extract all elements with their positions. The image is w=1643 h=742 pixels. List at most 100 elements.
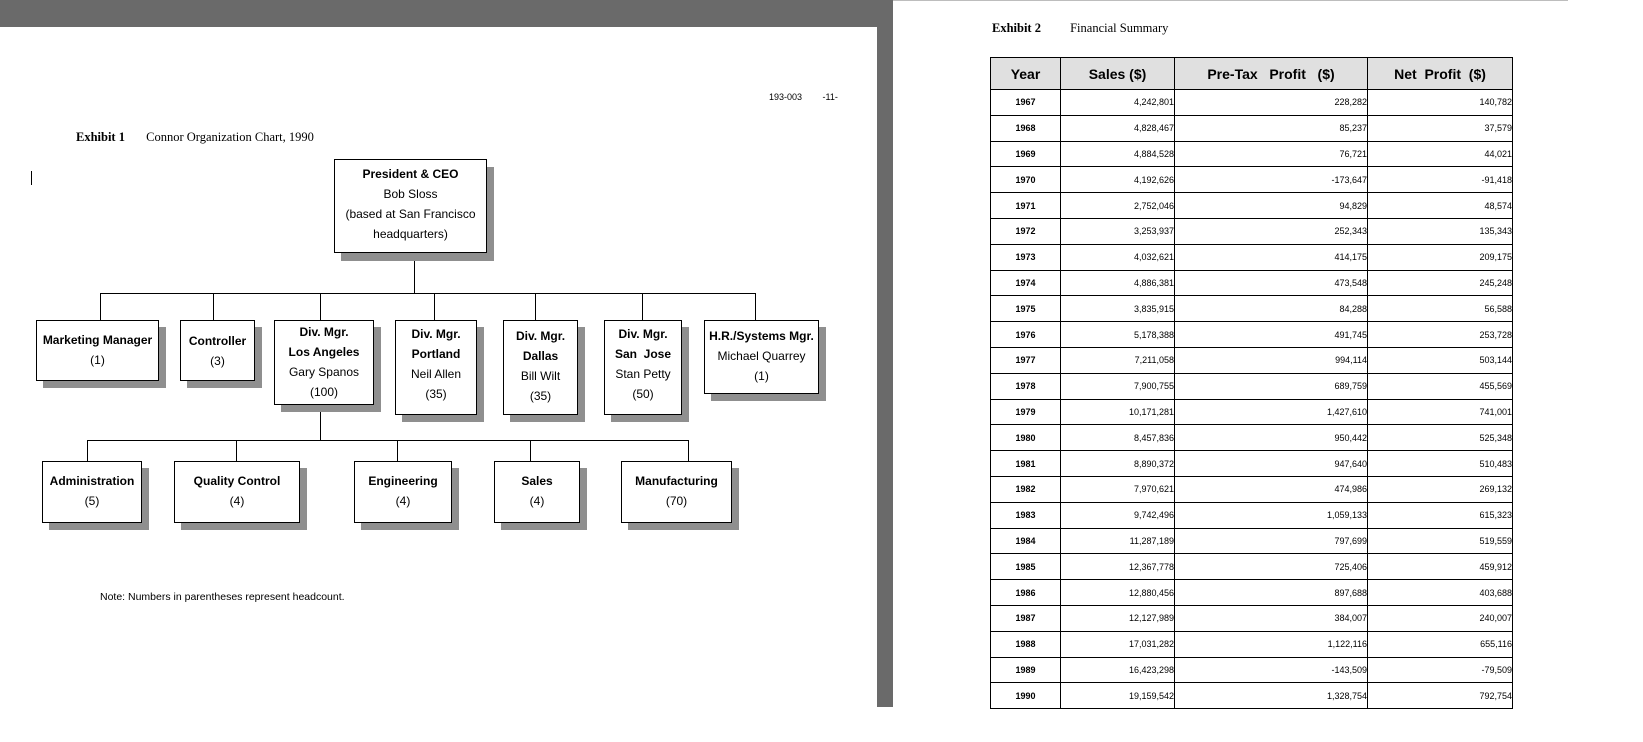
net-profit-cell: 135,343 xyxy=(1367,217,1513,245)
exhibit-caption: Financial Summary xyxy=(1070,21,1169,35)
column-header-pretax-profit: Pre-Tax Profit ($) xyxy=(1174,57,1368,90)
page-header: 193-003 -11- xyxy=(769,92,838,102)
pretax-profit-cell: 252,343 xyxy=(1174,217,1368,245)
net-profit-cell: 510,483 xyxy=(1367,450,1513,477)
connector xyxy=(688,440,689,461)
sales-cell: 16,423,298 xyxy=(1060,656,1175,684)
position-title: Div. Mgr. xyxy=(411,327,461,341)
year-cell: 1981 xyxy=(990,450,1061,477)
org-box-quality-control: Quality Control (4) xyxy=(174,461,300,523)
year-cell: 1974 xyxy=(990,269,1061,297)
table-row: 1983 9,742,496 1,059,133 615,323 xyxy=(990,501,1513,529)
sales-cell: 8,457,836 xyxy=(1060,424,1175,452)
pretax-profit-cell: 84,288 xyxy=(1174,295,1368,323)
page-number: -11- xyxy=(822,92,838,102)
page-gap xyxy=(0,707,893,742)
sales-cell: 7,900,755 xyxy=(1060,372,1175,400)
year-cell: 1988 xyxy=(990,630,1061,658)
year-cell: 1968 xyxy=(990,114,1061,142)
sales-cell: 7,211,058 xyxy=(1060,346,1175,374)
pretax-profit-cell: 94,829 xyxy=(1174,192,1368,219)
person-name: Gary Spanos xyxy=(288,365,360,379)
table-row: 1980 8,457,836 950,442 525,348 xyxy=(990,424,1513,452)
year-cell: 1971 xyxy=(990,192,1061,219)
table-row: 1989 16,423,298 -143,509 -79,509 xyxy=(990,656,1513,684)
column-header-year: Year xyxy=(990,57,1061,90)
pretax-profit-cell: 414,175 xyxy=(1174,243,1368,271)
text-cursor xyxy=(31,171,32,185)
pretax-profit-cell: 1,427,610 xyxy=(1174,398,1368,426)
exhibit-caption: Connor Organization Chart, 1990 xyxy=(146,130,314,144)
sales-cell: 4,828,467 xyxy=(1060,114,1175,142)
org-box-hr-systems-mgr: H.R./Systems Mgr. Michael Quarrey (1) xyxy=(704,320,819,394)
org-box-div-mgr-san-jose: Div. Mgr. San Jose Stan Petty (50) xyxy=(604,320,682,415)
sales-cell: 10,171,281 xyxy=(1060,398,1175,426)
sales-cell: 8,890,372 xyxy=(1060,450,1175,477)
sales-cell: 12,127,989 xyxy=(1060,604,1175,632)
net-profit-cell: 403,688 xyxy=(1367,579,1513,606)
year-cell: 1985 xyxy=(990,553,1061,581)
sales-cell: 4,242,801 xyxy=(1060,89,1175,116)
net-profit-cell: 792,754 xyxy=(1367,682,1513,710)
table-row: 1977 7,211,058 994,114 503,144 xyxy=(990,346,1513,374)
pretax-profit-cell: 473,548 xyxy=(1174,269,1368,297)
connector xyxy=(100,293,756,294)
right-document-pane[interactable]: Exhibit 2 Financial Summary Year Sales (… xyxy=(893,0,1568,742)
connector xyxy=(535,293,536,320)
division-location: Dallas xyxy=(522,349,559,363)
position-title: Marketing Manager xyxy=(42,333,153,347)
net-profit-cell: 655,116 xyxy=(1367,630,1513,658)
org-box-div-mgr-dallas: Div. Mgr. Dallas Bill Wilt (35) xyxy=(503,320,578,415)
pretax-profit-cell: -143,509 xyxy=(1174,656,1368,684)
location-detail: headquarters) xyxy=(373,227,448,241)
headcount: (1) xyxy=(754,369,769,383)
exhibit-title: Exhibit 2 Financial Summary xyxy=(992,21,1168,36)
net-profit-cell: 741,001 xyxy=(1367,398,1513,426)
year-cell: 1979 xyxy=(990,398,1061,426)
pretax-profit-cell: -173,647 xyxy=(1174,166,1368,194)
sales-cell: 3,253,937 xyxy=(1060,217,1175,245)
year-cell: 1987 xyxy=(990,604,1061,632)
headcount: (1) xyxy=(90,353,105,367)
connector xyxy=(530,440,531,461)
net-profit-cell: 525,348 xyxy=(1367,424,1513,452)
table-row: 1969 4,884,528 76,721 44,021 xyxy=(990,140,1513,168)
exhibit-title: Exhibit 1 Connor Organization Chart, 199… xyxy=(76,130,314,145)
document-page[interactable]: 193-003 -11- Exhibit 1 Connor Organizati… xyxy=(0,27,877,707)
connector xyxy=(213,293,214,320)
connector xyxy=(87,440,88,461)
pretax-profit-cell: 950,442 xyxy=(1174,424,1368,452)
table-row: 1972 3,253,937 252,343 135,343 xyxy=(990,217,1513,245)
net-profit-cell: -91,418 xyxy=(1367,166,1513,194)
person-name: Bob Sloss xyxy=(383,187,438,201)
year-cell: 1967 xyxy=(990,89,1061,116)
table-row: 1970 4,192,626 -173,647 -91,418 xyxy=(990,166,1513,194)
headcount: (35) xyxy=(529,389,552,403)
org-box-engineering: Engineering (4) xyxy=(354,461,452,523)
headcount: (3) xyxy=(210,354,225,368)
table-row: 1974 4,886,381 473,548 245,248 xyxy=(990,269,1513,297)
table-row: 1967 4,242,801 228,282 140,782 xyxy=(990,89,1513,116)
pretax-profit-cell: 797,699 xyxy=(1174,527,1368,555)
sales-cell: 19,159,542 xyxy=(1060,682,1175,710)
net-profit-cell: 140,782 xyxy=(1367,89,1513,116)
year-cell: 1970 xyxy=(990,166,1061,194)
pretax-profit-cell: 474,986 xyxy=(1174,475,1368,503)
year-cell: 1973 xyxy=(990,243,1061,271)
footnote: Note: Numbers in parentheses represent h… xyxy=(100,591,345,603)
net-profit-cell: 209,175 xyxy=(1367,243,1513,271)
pretax-profit-cell: 85,237 xyxy=(1174,114,1368,142)
position-title: Controller xyxy=(188,334,247,348)
pretax-profit-cell: 994,114 xyxy=(1174,346,1368,374)
headcount: (100) xyxy=(309,385,338,399)
headcount: (35) xyxy=(425,387,447,401)
year-cell: 1980 xyxy=(990,424,1061,452)
net-profit-cell: 48,574 xyxy=(1367,192,1513,219)
connector xyxy=(87,440,689,441)
year-cell: 1989 xyxy=(990,656,1061,684)
net-profit-cell: 459,912 xyxy=(1367,553,1513,581)
headcount: (4) xyxy=(229,494,245,508)
division-location: Los Angeles xyxy=(288,345,360,359)
org-box-president: President & CEO Bob Sloss (based at San … xyxy=(334,159,487,253)
exhibit-label: Exhibit 2 xyxy=(992,21,1041,35)
